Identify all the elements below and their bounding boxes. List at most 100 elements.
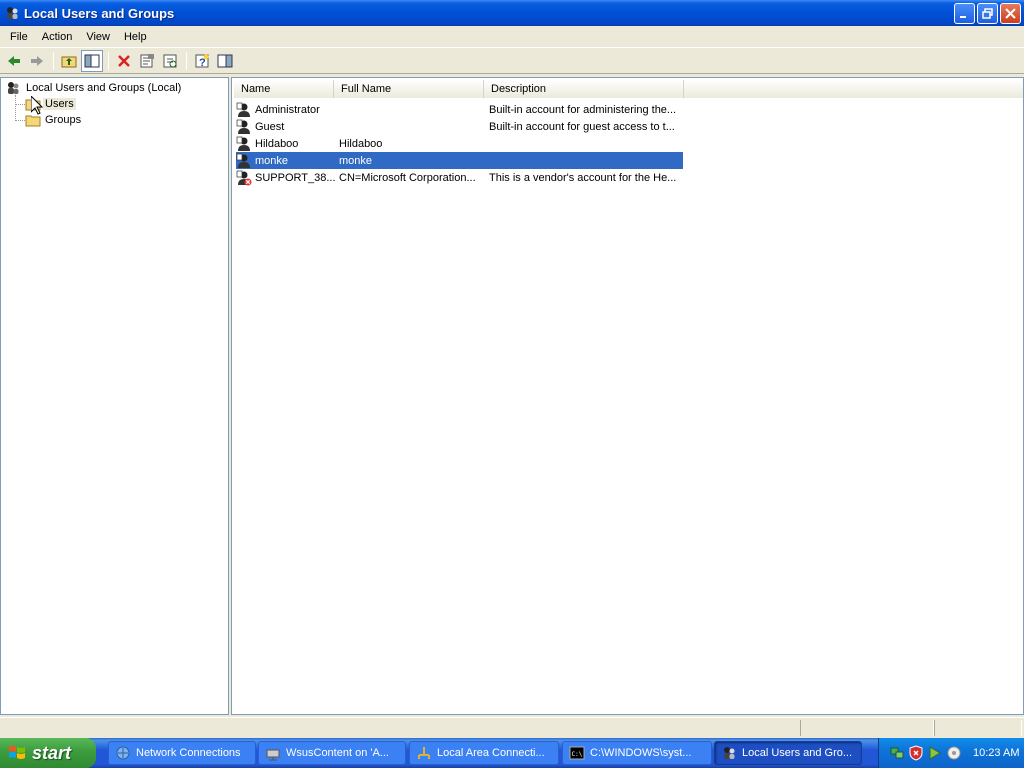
- network-drive-icon: [266, 749, 280, 761]
- cell-full-name: CN=Microsoft Corporation...: [339, 171, 476, 184]
- status-segment: [800, 720, 934, 736]
- back-arrow-icon: [8, 55, 20, 66]
- volume-icon[interactable]: [946, 745, 962, 761]
- tree-root-label: Local Users and Groups (Local): [26, 82, 182, 94]
- status-bar: [0, 717, 1024, 737]
- help-button[interactable]: ?: [191, 50, 213, 72]
- delete-button[interactable]: [113, 50, 135, 72]
- taskbar-button[interactable]: WsusContent on 'A...: [258, 741, 406, 765]
- back-button[interactable]: [3, 50, 25, 72]
- show-hide-action-pane-button[interactable]: [214, 50, 236, 72]
- taskbar-button[interactable]: Local Users and Gro...: [714, 741, 862, 765]
- up-one-level-button[interactable]: [58, 50, 80, 72]
- menu-view[interactable]: View: [79, 31, 117, 43]
- start-label: start: [32, 742, 72, 763]
- cell-full-name: monke: [339, 154, 373, 167]
- table-row[interactable]: monke monke: [236, 152, 683, 169]
- security-shield-icon[interactable]: [908, 745, 924, 761]
- taskbar-button-label: Network Connections: [136, 747, 241, 759]
- network-connections-icon: [116, 746, 130, 760]
- window-title: Local Users and Groups: [24, 5, 175, 21]
- column-header-full-name[interactable]: Full Name: [334, 80, 484, 98]
- refresh-button[interactable]: [159, 50, 181, 72]
- users-groups-icon: [7, 7, 18, 19]
- user-icon: [236, 136, 250, 151]
- taskbar-button-label: C:\WINDOWS\syst...: [590, 747, 692, 759]
- system-tray: 10:23 AM: [878, 738, 1024, 768]
- cell-name: Guest: [236, 119, 337, 135]
- cell-description: Built-in account for guest access to t..…: [489, 120, 675, 133]
- user-icon: [236, 119, 250, 134]
- help-icon: ?: [195, 54, 209, 69]
- cell-description: This is a vendor's account for the He...: [489, 171, 677, 184]
- table-row[interactable]: Guest Built-in account for guest access t…: [236, 118, 683, 135]
- action-pane-icon: [217, 54, 233, 67]
- menu-file[interactable]: File: [3, 31, 35, 43]
- cell-full-name: Hildaboo: [339, 137, 383, 150]
- delete-x-icon: [118, 54, 130, 67]
- command-prompt-icon: C:\: [569, 746, 585, 760]
- title-bar[interactable]: Local Users and Groups: [0, 0, 1024, 26]
- users-groups-icon: [8, 82, 19, 94]
- toolbar-separator: [108, 51, 109, 70]
- table-row[interactable]: Hildaboo Hildaboo: [236, 135, 683, 152]
- user-icon: [236, 153, 250, 168]
- svg-text:C:\: C:\: [572, 751, 583, 758]
- tree-connector: [15, 120, 25, 121]
- windows-logo-icon: [9, 746, 25, 759]
- cell-name: monke: [236, 153, 337, 169]
- menu-action[interactable]: Action: [35, 31, 80, 43]
- local-area-connection-icon: [418, 747, 430, 759]
- column-header-name[interactable]: Name: [234, 80, 334, 98]
- updates-icon[interactable]: [927, 745, 943, 761]
- network-tray-icon[interactable]: [889, 745, 905, 761]
- properties-button[interactable]: [136, 50, 158, 72]
- disabled-user-icon: [236, 170, 252, 185]
- taskbar: start Network Connections WsusContent on …: [0, 738, 1024, 768]
- toolbar: ?: [0, 47, 1024, 74]
- start-button[interactable]: start: [0, 738, 96, 768]
- minimize-button[interactable]: [954, 3, 975, 24]
- status-segment: [934, 720, 1022, 736]
- toolbar-separator: [53, 51, 54, 70]
- console-tree-icon: [84, 54, 100, 67]
- column-header-description[interactable]: Description: [484, 80, 684, 98]
- taskbar-button[interactable]: C:\ C:\WINDOWS\syst...: [562, 741, 712, 765]
- menu-help[interactable]: Help: [117, 31, 154, 43]
- tree-connector: [15, 104, 25, 105]
- toolbar-separator: [186, 51, 187, 70]
- taskbar-button-label: Local Area Connecti...: [437, 747, 545, 759]
- tree-root-node[interactable]: Local Users and Groups (Local): [5, 80, 183, 96]
- close-button[interactable]: [1000, 3, 1021, 24]
- details-list[interactable]: Name Full Name Description Administrator…: [231, 77, 1024, 715]
- taskbar-button[interactable]: Local Area Connecti...: [409, 741, 559, 765]
- cell-name: Administrator: [236, 102, 337, 118]
- tree-node-label: Users: [43, 98, 76, 110]
- menu-bar: File Action View Help: [0, 26, 1024, 47]
- user-name: Hildaboo: [255, 137, 299, 150]
- forward-button[interactable]: [26, 50, 48, 72]
- refresh-icon: [163, 54, 177, 67]
- taskbar-button[interactable]: Network Connections: [108, 741, 256, 765]
- column-header-filler: [684, 80, 1023, 98]
- user-name: Guest: [255, 120, 285, 133]
- folder-up-icon: [61, 56, 77, 67]
- window-controls: [954, 3, 1021, 24]
- taskbar-button-label: Local Users and Gro...: [742, 747, 853, 759]
- clock[interactable]: 10:23 AM: [973, 747, 1019, 759]
- users-groups-icon: [724, 747, 735, 759]
- close-icon: [1005, 8, 1016, 19]
- minimize-icon: [960, 16, 966, 18]
- user-name: monke: [255, 154, 289, 167]
- console-tree[interactable]: Local Users and Groups (Local) Users Gro…: [0, 77, 229, 715]
- table-row[interactable]: Administrator Built-in account for admini…: [236, 101, 683, 118]
- table-row[interactable]: SUPPORT_38... CN=Microsoft Corporation...…: [236, 169, 683, 186]
- restore-button[interactable]: [977, 3, 998, 24]
- list-rows: Administrator Built-in account for admini…: [236, 101, 683, 186]
- user-icon: [236, 102, 250, 117]
- show-hide-tree-button[interactable]: [81, 49, 103, 72]
- cell-description: Built-in account for administering the..…: [489, 103, 677, 116]
- properties-icon: [140, 53, 154, 67]
- tree-connector: [15, 95, 16, 121]
- restore-icon: [982, 8, 993, 19]
